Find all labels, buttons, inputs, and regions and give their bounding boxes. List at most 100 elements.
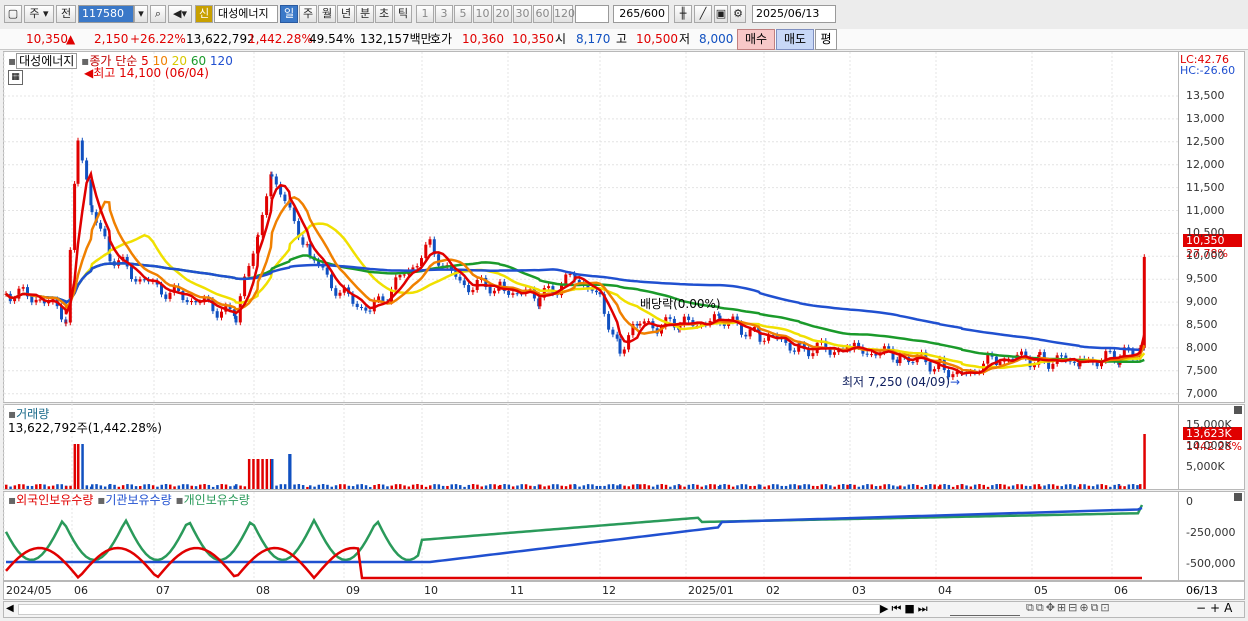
- table-icon[interactable]: ▦: [8, 70, 23, 85]
- volume-bar: [771, 484, 775, 489]
- candle-body: [274, 176, 278, 185]
- volume-bar: [1127, 484, 1131, 489]
- x-axis-label: 05: [1034, 584, 1048, 597]
- volume-bar: [651, 486, 655, 489]
- price-y-tick: 11,500: [1186, 180, 1225, 194]
- volume-bar: [803, 484, 806, 489]
- volume-bar: [1131, 484, 1135, 489]
- volume-bar: [381, 484, 385, 489]
- volume-bar: [1139, 484, 1142, 489]
- volume-bar: [591, 484, 594, 489]
- volume-bar: [687, 484, 691, 489]
- volume-bar: [81, 444, 84, 489]
- volume-bar: [543, 486, 546, 489]
- volume-bar: [951, 486, 955, 489]
- candle-body: [547, 286, 551, 289]
- legend-stock-name: 대성에너지: [16, 53, 78, 69]
- volume-bar: [416, 484, 419, 489]
- volume-bar: [13, 485, 17, 489]
- holding-y-tick: -500,000: [1186, 557, 1236, 570]
- volume-bar: [986, 486, 990, 489]
- volume-bar: [257, 459, 260, 489]
- volume-bar: [143, 484, 146, 489]
- volume-bar: [252, 459, 255, 489]
- zoom-slider[interactable]: [950, 604, 1020, 616]
- candle-body: [130, 266, 133, 279]
- volume-bar: [929, 484, 932, 489]
- volume-bar: [991, 485, 994, 489]
- volume-bar: [1104, 485, 1108, 489]
- zoom-controls[interactable]: −+A: [1196, 601, 1236, 615]
- volume-bar: [489, 484, 492, 489]
- volume-bar: [965, 485, 968, 489]
- candle-body: [334, 288, 338, 296]
- volume-bar: [394, 484, 398, 489]
- candle-body: [828, 349, 832, 355]
- volume-bar: [164, 484, 168, 489]
- volume-bar: [551, 484, 555, 489]
- dividend-annotation: 배당락(0.00%): [640, 297, 721, 311]
- candle-body: [511, 293, 515, 295]
- price-y-tick: 7,000: [1186, 386, 1218, 400]
- candle-body: [887, 346, 891, 349]
- volume-bar: [1079, 484, 1082, 489]
- volume-y-tick: 10,000K: [1186, 439, 1232, 452]
- volume-bar: [1039, 486, 1042, 489]
- volume-bar: [117, 486, 121, 489]
- tool-icons[interactable]: ⧉⧉✥⊞⊟⊕⧉⊡: [1026, 601, 1112, 615]
- volume-bar: [1056, 485, 1059, 489]
- volume-bar: [467, 484, 471, 489]
- candle-body: [668, 317, 672, 319]
- volume-panel-close-icon[interactable]: [1234, 406, 1242, 414]
- candle-body: [138, 279, 142, 282]
- candle-body: [305, 244, 309, 246]
- volume-bar: [1091, 486, 1095, 489]
- candle-body: [270, 174, 274, 177]
- candle-body: [80, 140, 84, 161]
- volume-bar: [736, 485, 739, 489]
- candle-body: [85, 160, 89, 180]
- candle-body: [595, 290, 598, 293]
- volume-summary: 13,622,792주(1,442.28%): [8, 421, 162, 435]
- volume-bar: [619, 484, 622, 489]
- candle-body: [638, 323, 642, 326]
- volume-bar: [85, 485, 89, 489]
- candle-body: [256, 235, 260, 237]
- volume-bar: [1020, 484, 1023, 489]
- candle-body: [458, 276, 462, 281]
- volume-bar: [727, 484, 731, 489]
- volume-bar: [450, 484, 453, 489]
- volume-bar: [103, 486, 107, 489]
- volume-bar: [507, 484, 511, 489]
- volume-bar: [51, 485, 55, 489]
- playback-controls[interactable]: ▶⏮■⏭: [880, 602, 931, 616]
- volume-bar: [229, 486, 232, 489]
- volume-bar: [939, 484, 942, 489]
- scroll-track[interactable]: [18, 604, 880, 615]
- candle-body: [942, 358, 946, 371]
- x-axis-last-date: 06/13: [1186, 584, 1218, 597]
- volume-bar: [631, 484, 635, 489]
- volume-bar: [679, 485, 682, 489]
- volume-bar: [297, 484, 301, 489]
- volume-bar: [454, 484, 458, 489]
- volume-bar: [603, 485, 606, 489]
- chart-canvas[interactable]: [0, 0, 1248, 621]
- candle-body: [368, 310, 372, 312]
- volume-bar: [911, 484, 915, 489]
- volume-bar: [660, 484, 663, 489]
- holding-panel-close-icon[interactable]: [1234, 493, 1242, 501]
- volume-bar: [271, 459, 274, 489]
- scroll-left-icon[interactable]: ◀: [6, 603, 14, 614]
- volume-bar: [321, 484, 325, 489]
- volume-bar: [1060, 486, 1063, 489]
- candle-body: [618, 338, 622, 354]
- volume-bar: [578, 486, 581, 489]
- volume-bar: [999, 484, 1002, 489]
- volume-y-tick: 15,000K: [1186, 418, 1232, 431]
- volume-bar: [35, 484, 38, 489]
- candle-body: [865, 353, 869, 355]
- price-y-tick: 11,000: [1186, 203, 1225, 217]
- volume-bar: [896, 486, 899, 489]
- volume-bar: [356, 484, 359, 489]
